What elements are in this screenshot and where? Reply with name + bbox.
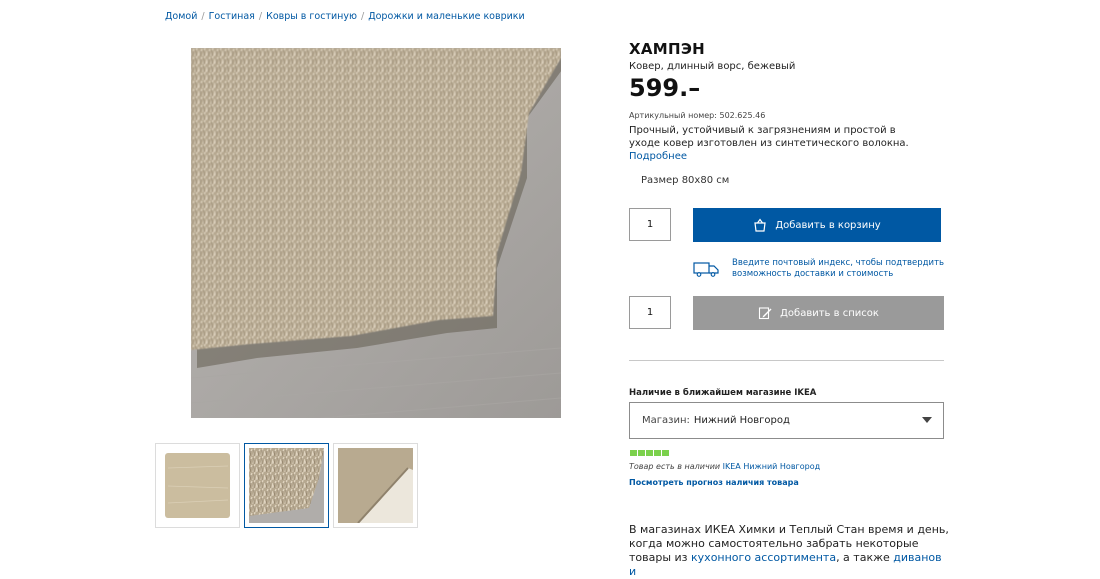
store-select[interactable]: Магазин: Нижний Новгород [629, 402, 944, 439]
product-subtitle: Ковер, длинный ворс, бежевый [629, 61, 796, 72]
breadcrumb-runners-small-rugs[interactable]: Дорожки и маленькие коврики [368, 11, 525, 22]
stock-level-segment [654, 450, 661, 456]
product-description: Прочный, устойчивый к загрязнениям и про… [629, 125, 909, 149]
stock-level-segment [646, 450, 653, 456]
shopping-bag-icon [754, 218, 766, 232]
add-to-cart-label: Добавить в корзину [775, 219, 881, 231]
product-price: 599.– [629, 74, 701, 102]
rug-backing-thumbnail [338, 448, 413, 523]
thumbnail-1[interactable] [155, 443, 240, 528]
thumbnail-2[interactable] [244, 443, 329, 528]
kitchen-assortment-link[interactable]: кухонного ассортимента [691, 551, 836, 564]
promo-text-part-2: , а также [836, 551, 894, 564]
stock-level-indicator [630, 450, 669, 456]
breadcrumb-living-room-rugs[interactable]: Ковры в гостиную [266, 11, 357, 22]
breadcrumb-living-room[interactable]: Гостиная [209, 11, 255, 22]
pencil-list-icon [759, 307, 772, 320]
rug-top-view-thumbnail [160, 448, 235, 523]
delivery-postcode-link[interactable]: Введите почтовый индекс, чтобы подтверди… [732, 258, 947, 280]
rug-closeup-thumbnail [249, 448, 324, 523]
product-size: Размер 80x80 см [641, 175, 730, 186]
main-product-image[interactable] [191, 48, 561, 418]
section-divider [629, 360, 944, 361]
cart-quantity-input[interactable] [629, 208, 671, 241]
breadcrumb-home[interactable]: Домой [165, 11, 197, 22]
product-name: ХАМПЭН [629, 40, 706, 58]
breadcrumb-separator: / [258, 11, 263, 22]
rug-closeup-image [191, 48, 561, 418]
store-value: Нижний Новгород [693, 415, 790, 426]
breadcrumb: Домой / Гостиная / Ковры в гостиную / Дорожки … [165, 11, 525, 22]
stock-status-text: Товар есть в наличии [629, 462, 721, 471]
thumbnail-3[interactable] [333, 443, 418, 528]
article-number: Артикульный номер: 502.625.46 [629, 111, 766, 120]
stock-status: Товар есть в наличии IKEA Нижний Новгоро… [629, 462, 820, 471]
breadcrumb-separator: / [201, 11, 205, 22]
stock-level-segment [662, 450, 669, 456]
stock-level-segment [638, 450, 645, 456]
store-label: Магазин: [642, 415, 690, 426]
breadcrumb-separator: / [360, 11, 365, 22]
more-details-link[interactable]: Подробнее [629, 151, 687, 162]
stock-level-segment [630, 450, 637, 456]
availability-title: Наличие в ближайшем магазине IKEA [629, 388, 817, 398]
chevron-down-icon [922, 417, 932, 423]
list-quantity-input[interactable] [629, 296, 671, 329]
stock-store-link[interactable]: IKEA Нижний Новгород [723, 462, 821, 471]
delivery-check[interactable]: Введите почтовый индекс, чтобы подтверди… [693, 258, 947, 280]
promo-text: В магазинах ИКЕА Химки и Теплый Стан вре… [629, 523, 949, 579]
add-to-list-button[interactable]: Добавить в список [693, 296, 944, 330]
availability-forecast-link[interactable]: Посмотреть прогноз наличия товара [629, 478, 799, 487]
delivery-truck-icon [693, 262, 719, 277]
add-to-cart-button[interactable]: Добавить в корзину [693, 208, 941, 242]
add-to-list-label: Добавить в список [780, 307, 879, 319]
